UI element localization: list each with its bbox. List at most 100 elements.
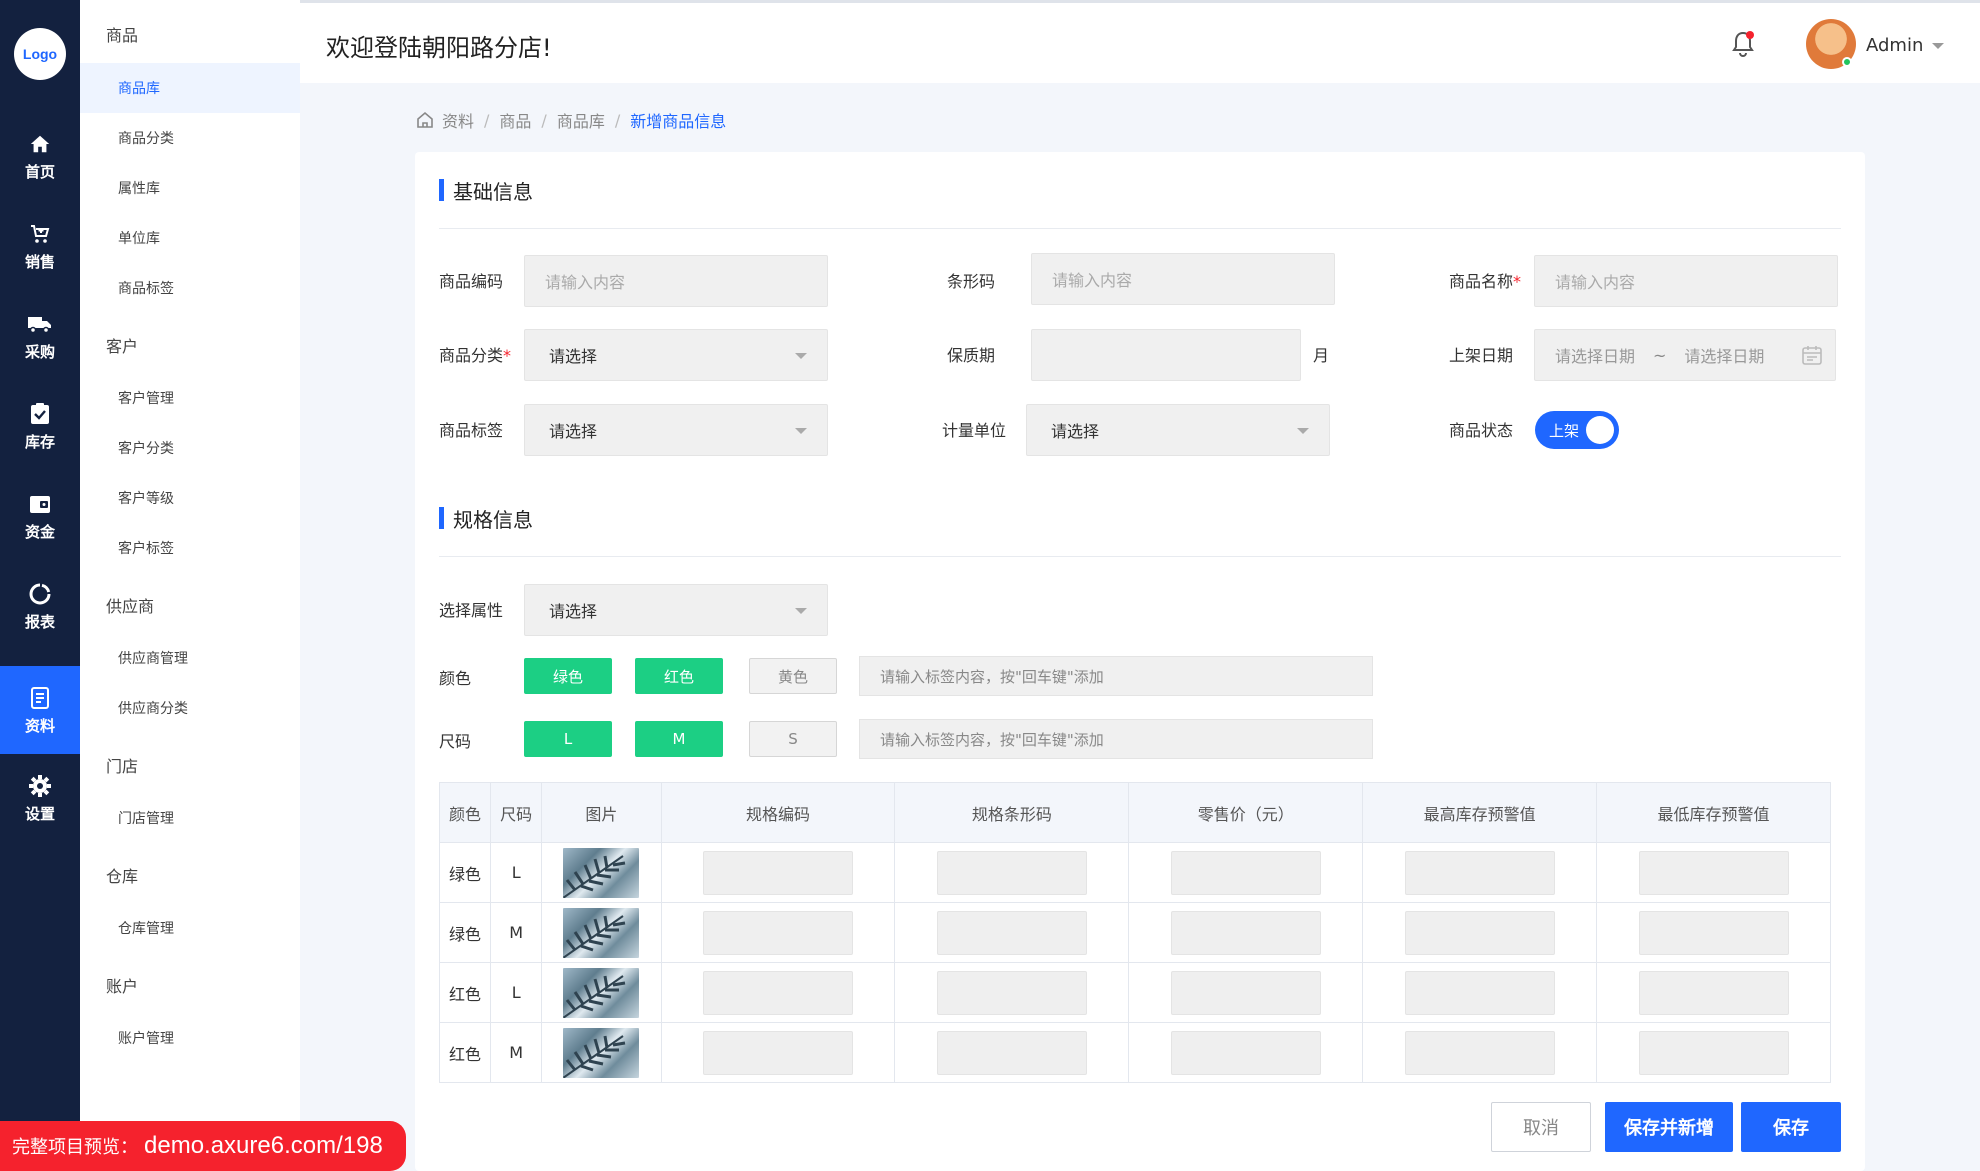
rail-item-master-data[interactable]: 资料 xyxy=(0,666,80,754)
shelf-life-unit: 月 xyxy=(1313,346,1330,365)
color-tag-red[interactable]: 红色 xyxy=(635,658,723,694)
cell-image[interactable] xyxy=(541,842,662,903)
promo-url[interactable]: demo.axure6.com/198 xyxy=(144,1132,383,1160)
breadcrumb-current: 新增商品信息 xyxy=(630,112,727,131)
size-tag-l[interactable]: L xyxy=(524,721,612,757)
menu-item-customer-tags[interactable]: 客户标签 xyxy=(80,523,300,573)
promo-banner[interactable]: 完整项目预览： demo.axure6.com/198 xyxy=(0,1121,406,1171)
goods-name-input[interactable]: 请输入内容 xyxy=(1534,255,1838,307)
rail-item-settings[interactable]: 设置 xyxy=(0,754,80,842)
table-header: 尺码 xyxy=(490,782,543,843)
rail-item-home[interactable]: 首页 xyxy=(0,112,80,200)
size-tag-m[interactable]: M xyxy=(635,721,723,757)
online-status-dot xyxy=(1842,57,1852,67)
menu-item-customer-level[interactable]: 客户等级 xyxy=(80,473,300,523)
product-image-thumbnail[interactable] xyxy=(563,907,640,958)
retail-price-input[interactable] xyxy=(1170,850,1321,895)
product-image-thumbnail[interactable] xyxy=(563,967,640,1018)
icon-rail: Logo 首页 销售 采购 库存 资金 报表 资料 设置 xyxy=(0,0,80,1171)
barcode-input[interactable]: 请输入内容 xyxy=(1031,253,1335,305)
product-image-thumbnail[interactable] xyxy=(563,1027,640,1078)
size-tag-s[interactable]: S xyxy=(749,721,837,757)
menu-item-customer-category[interactable]: 客户分类 xyxy=(80,423,300,473)
menu-group-stores: 门店 xyxy=(106,757,139,776)
menu-item-goods-category[interactable]: 商品分类 xyxy=(80,113,300,163)
save-button[interactable]: 保存 xyxy=(1741,1102,1841,1152)
color-label: 颜色 xyxy=(439,669,472,688)
date-start[interactable]: 请选择日期 xyxy=(1555,343,1635,367)
menu-item-store-management[interactable]: 门店管理 xyxy=(80,793,300,843)
goods-category-select[interactable]: 请选择 xyxy=(524,329,828,381)
min-stock-alert-input[interactable] xyxy=(1638,970,1789,1015)
cancel-button[interactable]: 取消 xyxy=(1491,1102,1591,1152)
cell-image[interactable] xyxy=(541,1022,662,1083)
retail-price-input[interactable] xyxy=(1170,910,1321,955)
save-and-new-button[interactable]: 保存并新增 xyxy=(1605,1102,1733,1152)
home-outline-icon[interactable] xyxy=(416,111,434,129)
status-toggle[interactable]: 上架 xyxy=(1535,411,1619,449)
spec-barcode-input[interactable] xyxy=(936,1030,1087,1075)
product-image-thumbnail[interactable] xyxy=(563,847,640,898)
cell-image[interactable] xyxy=(541,902,662,963)
min-stock-alert-input[interactable] xyxy=(1638,910,1789,955)
cell-color: 绿色 xyxy=(438,902,492,963)
menu-item-attribute-library[interactable]: 属性库 xyxy=(80,163,300,213)
spec-code-input[interactable] xyxy=(702,850,853,895)
chevron-down-icon[interactable] xyxy=(1932,43,1944,49)
rail-item-reports[interactable]: 报表 xyxy=(0,562,80,650)
spec-code-input[interactable] xyxy=(702,970,853,1015)
spec-barcode-input[interactable] xyxy=(936,910,1087,955)
menu-group-accounts: 账户 xyxy=(106,977,139,996)
spec-barcode-input[interactable] xyxy=(936,970,1087,1015)
menu-item-customer-management[interactable]: 客户管理 xyxy=(80,373,300,423)
rail-item-inventory[interactable]: 库存 xyxy=(0,382,80,470)
size-tag-input[interactable]: 请输入标签内容，按"回车键"添加 xyxy=(859,719,1373,759)
spec-code-input[interactable] xyxy=(702,910,853,955)
menu-group-suppliers: 供应商 xyxy=(106,597,155,616)
retail-price-input[interactable] xyxy=(1170,1030,1321,1075)
menu-group-goods: 商品 xyxy=(106,26,139,45)
max-stock-alert-input[interactable] xyxy=(1404,850,1555,895)
rail-item-funds[interactable]: 资金 xyxy=(0,472,80,560)
rail-item-sales[interactable]: 销售 xyxy=(0,202,80,290)
required-mark: * xyxy=(503,346,512,365)
rail-label: 首页 xyxy=(24,162,55,181)
table-header: 规格条形码 xyxy=(894,782,1130,843)
bell-icon[interactable] xyxy=(1726,27,1760,61)
color-tag-yellow[interactable]: 黄色 xyxy=(749,658,837,694)
spec-barcode-input[interactable] xyxy=(936,850,1087,895)
max-stock-alert-input[interactable] xyxy=(1404,970,1555,1015)
color-tag-green[interactable]: 绿色 xyxy=(524,658,612,694)
min-stock-alert-input[interactable] xyxy=(1638,1030,1789,1075)
listing-date-range[interactable]: 请选择日期 ~ 请选择日期 xyxy=(1534,329,1836,381)
breadcrumb-item[interactable]: 商品库 xyxy=(557,108,605,132)
max-stock-alert-input[interactable] xyxy=(1404,910,1555,955)
menu-item-goods-tags[interactable]: 商品标签 xyxy=(80,263,300,313)
section-title-spec: 规格信息 xyxy=(439,504,533,533)
spec-code-input[interactable] xyxy=(702,1030,853,1075)
menu-item-account-management[interactable]: 账户管理 xyxy=(80,1013,300,1063)
menu-item-supplier-management[interactable]: 供应商管理 xyxy=(80,633,300,683)
shelf-life-input[interactable] xyxy=(1031,329,1301,381)
menu-item-warehouse-management[interactable]: 仓库管理 xyxy=(80,903,300,953)
attribute-select[interactable]: 请选择 xyxy=(524,584,828,636)
min-stock-alert-input[interactable] xyxy=(1638,850,1789,895)
date-end[interactable]: 请选择日期 xyxy=(1684,343,1764,367)
rail-item-purchase[interactable]: 采购 xyxy=(0,292,80,380)
user-name[interactable]: Admin xyxy=(1866,35,1923,56)
goods-code-input[interactable]: 请输入内容 xyxy=(524,255,828,307)
breadcrumb-item[interactable]: 商品 xyxy=(499,108,531,132)
unit-select[interactable]: 请选择 xyxy=(1026,404,1330,456)
menu-item-supplier-category[interactable]: 供应商分类 xyxy=(80,683,300,733)
menu-item-unit-library[interactable]: 单位库 xyxy=(80,213,300,263)
goods-tag-select[interactable]: 请选择 xyxy=(524,404,828,456)
max-stock-alert-input[interactable] xyxy=(1404,1030,1555,1075)
menu-item-goods-library[interactable]: 商品库 xyxy=(80,63,300,113)
calendar-icon[interactable] xyxy=(1801,344,1823,366)
color-tag-input[interactable]: 请输入标签内容，按"回车键"添加 xyxy=(859,656,1373,696)
goods-category-label: 商品分类* xyxy=(439,346,512,365)
logo: Logo xyxy=(14,28,66,80)
retail-price-input[interactable] xyxy=(1170,970,1321,1015)
cell-image[interactable] xyxy=(541,962,662,1023)
breadcrumb-item[interactable]: 资料 xyxy=(442,108,474,132)
